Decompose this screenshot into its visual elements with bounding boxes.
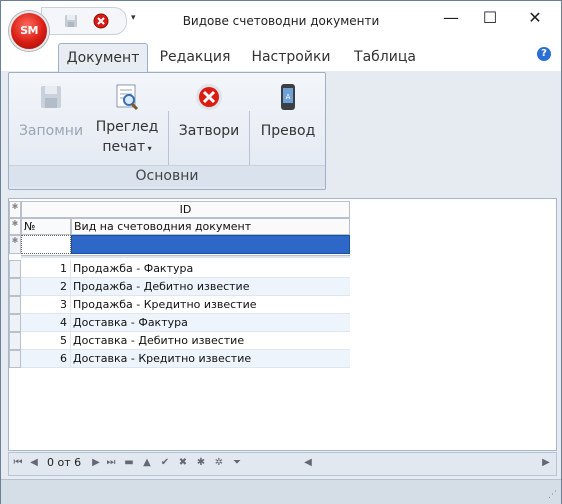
close-document-button[interactable]: Затвори	[175, 81, 243, 139]
scroll-left-icon[interactable]: ◀	[301, 456, 315, 470]
maximize-button[interactable]: ☐	[473, 5, 507, 31]
row-doc-type[interactable]: Доставка - Дебитно известие	[71, 332, 350, 350]
close-circle-icon	[193, 81, 225, 113]
translate-label: Превод	[260, 123, 316, 139]
save-icon	[35, 81, 67, 113]
tab-document[interactable]: Документ	[58, 43, 148, 72]
row-number[interactable]: 6	[21, 350, 71, 368]
row-number[interactable]: 1	[21, 260, 71, 278]
cancel-edit-icon[interactable]: ✖	[176, 456, 190, 470]
ribbon-separator	[168, 111, 169, 165]
status-bar: ⋰	[1, 479, 561, 504]
row-number[interactable]: 4	[21, 314, 71, 332]
goto-bookmark-icon[interactable]: ✲	[212, 456, 226, 470]
ribbon-group-label: Основни	[9, 165, 325, 187]
prev-record-icon[interactable]: ◀	[27, 456, 41, 470]
last-record-icon[interactable]: ⏭	[104, 456, 118, 470]
table-row[interactable]: 2 Продажба - Дебитно известие	[9, 278, 350, 296]
table-row[interactable]: 4 Доставка - Фактура	[9, 314, 350, 332]
ribbon-panel: Запомни Преглед печат ▾ Затвори A Превод…	[8, 72, 326, 190]
band-header-id[interactable]: ID	[21, 201, 350, 218]
next-record-icon[interactable]: ▶	[89, 456, 103, 470]
tab-settings[interactable]: Настройки	[247, 43, 335, 71]
row-doc-type[interactable]: Продажба - Дебитно известие	[71, 278, 350, 296]
row-number[interactable]: 5	[21, 332, 71, 350]
band-indicator: ✱	[9, 201, 21, 218]
row-doc-type[interactable]: Продажба - Фактура	[71, 260, 350, 278]
column-header-number[interactable]: №	[21, 218, 71, 235]
translate-button[interactable]: A Превод	[257, 81, 319, 139]
filter-cell-number[interactable]	[21, 235, 71, 254]
scroll-right-icon[interactable]: ▶	[539, 456, 553, 470]
column-header-doc-type[interactable]: Вид на счетоводния документ	[71, 218, 350, 235]
print-preview-label-1: Преглед	[95, 119, 159, 135]
grid-rows: 1 Продажба - Фактура 2 Продажба - Дебитн…	[9, 260, 350, 368]
title-bar: SM ▾ Видове счетоводни документи — ☐ ✕	[1, 1, 561, 51]
print-preview-label-2: печат ▾	[102, 139, 152, 155]
post-edit-icon[interactable]: ✔	[158, 456, 172, 470]
row-doc-type[interactable]: Продажба - Кредитно известие	[71, 296, 350, 314]
row-indicator[interactable]	[9, 314, 21, 332]
app-window: SM ▾ Видове счетоводни документи — ☐ ✕ Д…	[0, 0, 562, 504]
svg-text:A: A	[286, 93, 291, 101]
table-row[interactable]: 1 Продажба - Фактура	[9, 260, 350, 278]
table-row[interactable]: 6 Доставка - Кредитно известие	[9, 350, 350, 368]
print-preview-button[interactable]: Преглед печат ▾	[95, 81, 159, 159]
filter-icon[interactable]: ⏷	[230, 456, 244, 470]
row-indicator[interactable]	[9, 278, 21, 296]
help-icon[interactable]: ?	[537, 47, 551, 61]
row-number[interactable]: 2	[21, 278, 71, 296]
table-row[interactable]: 3 Продажба - Кредитно известие	[9, 296, 350, 314]
bookmark-icon[interactable]: ✱	[194, 456, 208, 470]
filter-cell-doc-type[interactable]	[71, 235, 350, 254]
row-number[interactable]: 3	[21, 296, 71, 314]
ribbon-tabs: Документ Редакция Настройки Таблица ?	[1, 39, 561, 72]
close-button[interactable]: ✕	[518, 5, 552, 31]
minimize-button[interactable]: —	[434, 5, 468, 31]
row-doc-type[interactable]: Доставка - Фактура	[71, 314, 350, 332]
tab-edit[interactable]: Редакция	[153, 43, 237, 71]
table-row[interactable]: 5 Доставка - Дебитно известие	[9, 332, 350, 350]
grid-panel: ✱ ID ✱ № Вид на счетоводния документ ✱ 1…	[8, 198, 557, 451]
save-button[interactable]: Запомни	[17, 81, 85, 139]
phone-translate-icon: A	[272, 81, 304, 113]
move-up-icon[interactable]: ▲	[140, 456, 154, 470]
ribbon-separator	[249, 111, 250, 165]
print-preview-icon	[111, 81, 143, 113]
resize-grip-icon[interactable]: ⋰	[548, 490, 557, 500]
record-counter: 0 от 6	[47, 456, 82, 469]
row-indicator[interactable]	[9, 296, 21, 314]
app-menu-button[interactable]: SM	[9, 11, 49, 51]
row-doc-type[interactable]: Доставка - Кредитно известие	[71, 350, 350, 368]
tab-table[interactable]: Таблица	[346, 43, 424, 71]
delete-record-icon[interactable]: ▬	[122, 456, 136, 470]
row-indicator[interactable]	[9, 332, 21, 350]
row-indicator[interactable]	[9, 260, 21, 278]
filter-divider	[21, 255, 350, 258]
header-indicator: ✱	[9, 218, 21, 235]
save-label: Запомни	[18, 123, 84, 139]
data-navigator: ⏮ ◀ 0 от 6 ▶ ⏭ ▬ ▲ ✔ ✖ ✱ ✲ ⏷ ◀ ▶	[8, 452, 557, 476]
row-indicator[interactable]	[9, 350, 21, 368]
close-document-label: Затвори	[178, 123, 240, 139]
filter-row-indicator: ✱	[9, 235, 21, 254]
first-record-icon[interactable]: ⏮	[11, 456, 25, 470]
